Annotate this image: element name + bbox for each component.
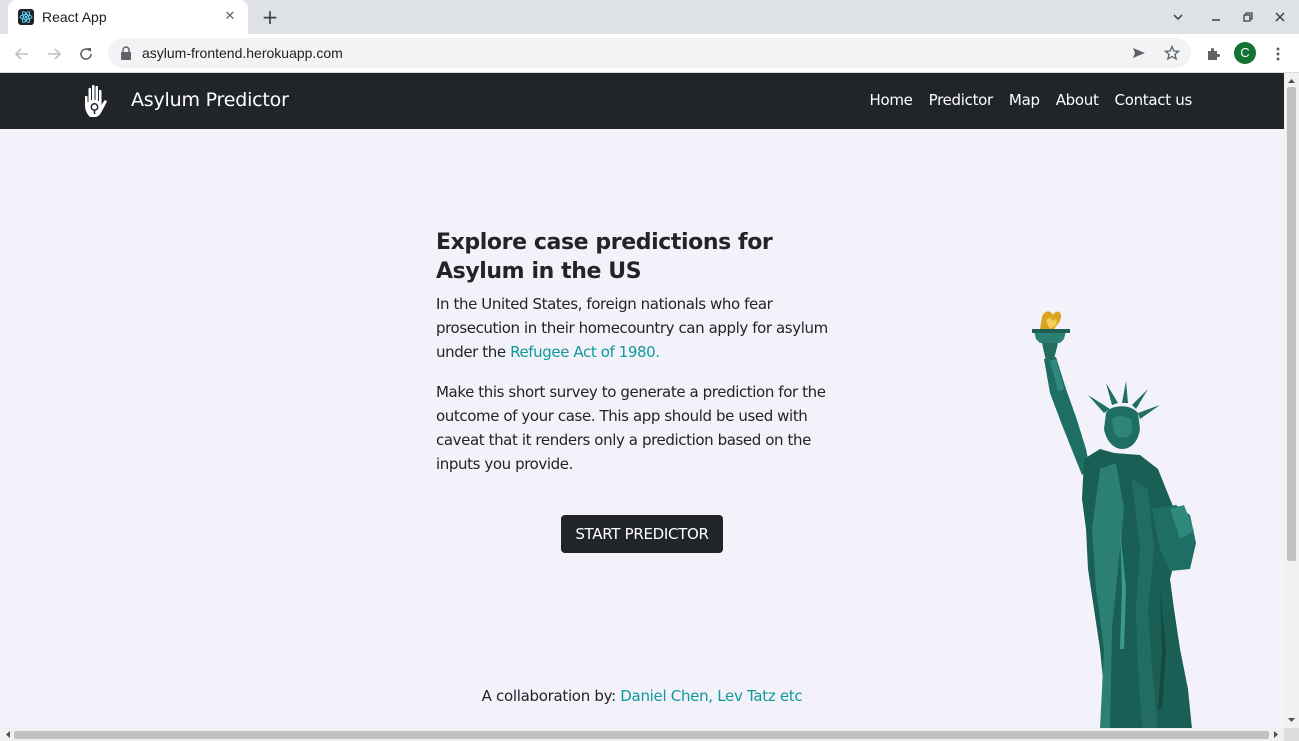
restore-icon[interactable]	[1238, 7, 1258, 27]
footer: A collaboration by: Daniel Chen, Lev Tat…	[0, 687, 1284, 705]
horizontal-scrollbar[interactable]	[0, 728, 1284, 741]
page-title: Explore case predictions for Asylum in t…	[436, 230, 773, 284]
nav-link-map[interactable]: Map	[1009, 91, 1040, 109]
vertical-scroll-thumb[interactable]	[1287, 87, 1296, 561]
chevron-down-icon[interactable]	[1168, 7, 1188, 27]
horizontal-scroll-thumb[interactable]	[14, 731, 1269, 739]
back-icon[interactable]	[10, 42, 34, 66]
hand-logo-icon[interactable]	[82, 83, 112, 119]
forward-icon[interactable]	[42, 42, 66, 66]
refugee-act-link[interactable]: Refugee Act of 1980.	[510, 343, 660, 361]
scroll-up-icon[interactable]	[1284, 75, 1299, 87]
nav-link-predictor[interactable]: Predictor	[929, 91, 994, 109]
tab-title: React App	[42, 9, 107, 25]
minimize-icon[interactable]	[1206, 7, 1226, 27]
browser-tab[interactable]: React App ✕	[8, 0, 248, 34]
footer-prefix: A collaboration by:	[481, 687, 621, 705]
intro-section: Explore case predictions for Asylum in t…	[436, 228, 846, 476]
scroll-left-icon[interactable]	[2, 728, 14, 741]
react-favicon	[18, 9, 34, 25]
close-icon[interactable]: ✕	[222, 9, 238, 25]
reload-icon[interactable]	[74, 42, 98, 66]
scroll-down-icon[interactable]	[1284, 714, 1299, 726]
brand-title[interactable]: Asylum Predictor	[131, 89, 289, 111]
navbar: Asylum Predictor Home Predictor Map Abou…	[0, 73, 1284, 129]
window-close-icon[interactable]	[1270, 7, 1290, 27]
collaborators-link[interactable]: Daniel Chen, Lev Tatz etc	[620, 687, 802, 705]
nav-link-about[interactable]: About	[1056, 91, 1099, 109]
statue-of-liberty-image	[1032, 311, 1196, 729]
send-icon[interactable]	[1127, 41, 1151, 65]
nav-link-home[interactable]: Home	[870, 91, 913, 109]
extensions-icon[interactable]	[1201, 42, 1225, 66]
page-viewport: Asylum Predictor Home Predictor Map Abou…	[0, 73, 1299, 741]
browser-tab-strip: React App ✕ +	[0, 0, 1299, 34]
plus-icon[interactable]: +	[258, 5, 282, 29]
address-bar[interactable]: asylum-frontend.herokuapp.com	[108, 38, 1191, 68]
nav-links: Home Predictor Map About Contact us	[870, 91, 1193, 109]
url-text: asylum-frontend.herokuapp.com	[142, 45, 343, 61]
menu-icon[interactable]	[1266, 42, 1290, 66]
start-predictor-button[interactable]: START PREDICTOR	[561, 515, 723, 553]
vertical-scrollbar[interactable]	[1284, 73, 1299, 728]
star-icon[interactable]	[1160, 41, 1184, 65]
lock-icon	[121, 46, 131, 60]
scrollbar-corner	[1284, 728, 1299, 741]
intro-paragraph: In the United States, foreign nationals …	[436, 292, 846, 364]
browser-toolbar: asylum-frontend.herokuapp.com C	[0, 34, 1299, 73]
scroll-right-icon[interactable]	[1270, 728, 1282, 741]
survey-paragraph: Make this short survey to generate a pre…	[436, 383, 826, 473]
avatar[interactable]: C	[1234, 42, 1256, 64]
nav-link-contact[interactable]: Contact us	[1115, 91, 1193, 109]
